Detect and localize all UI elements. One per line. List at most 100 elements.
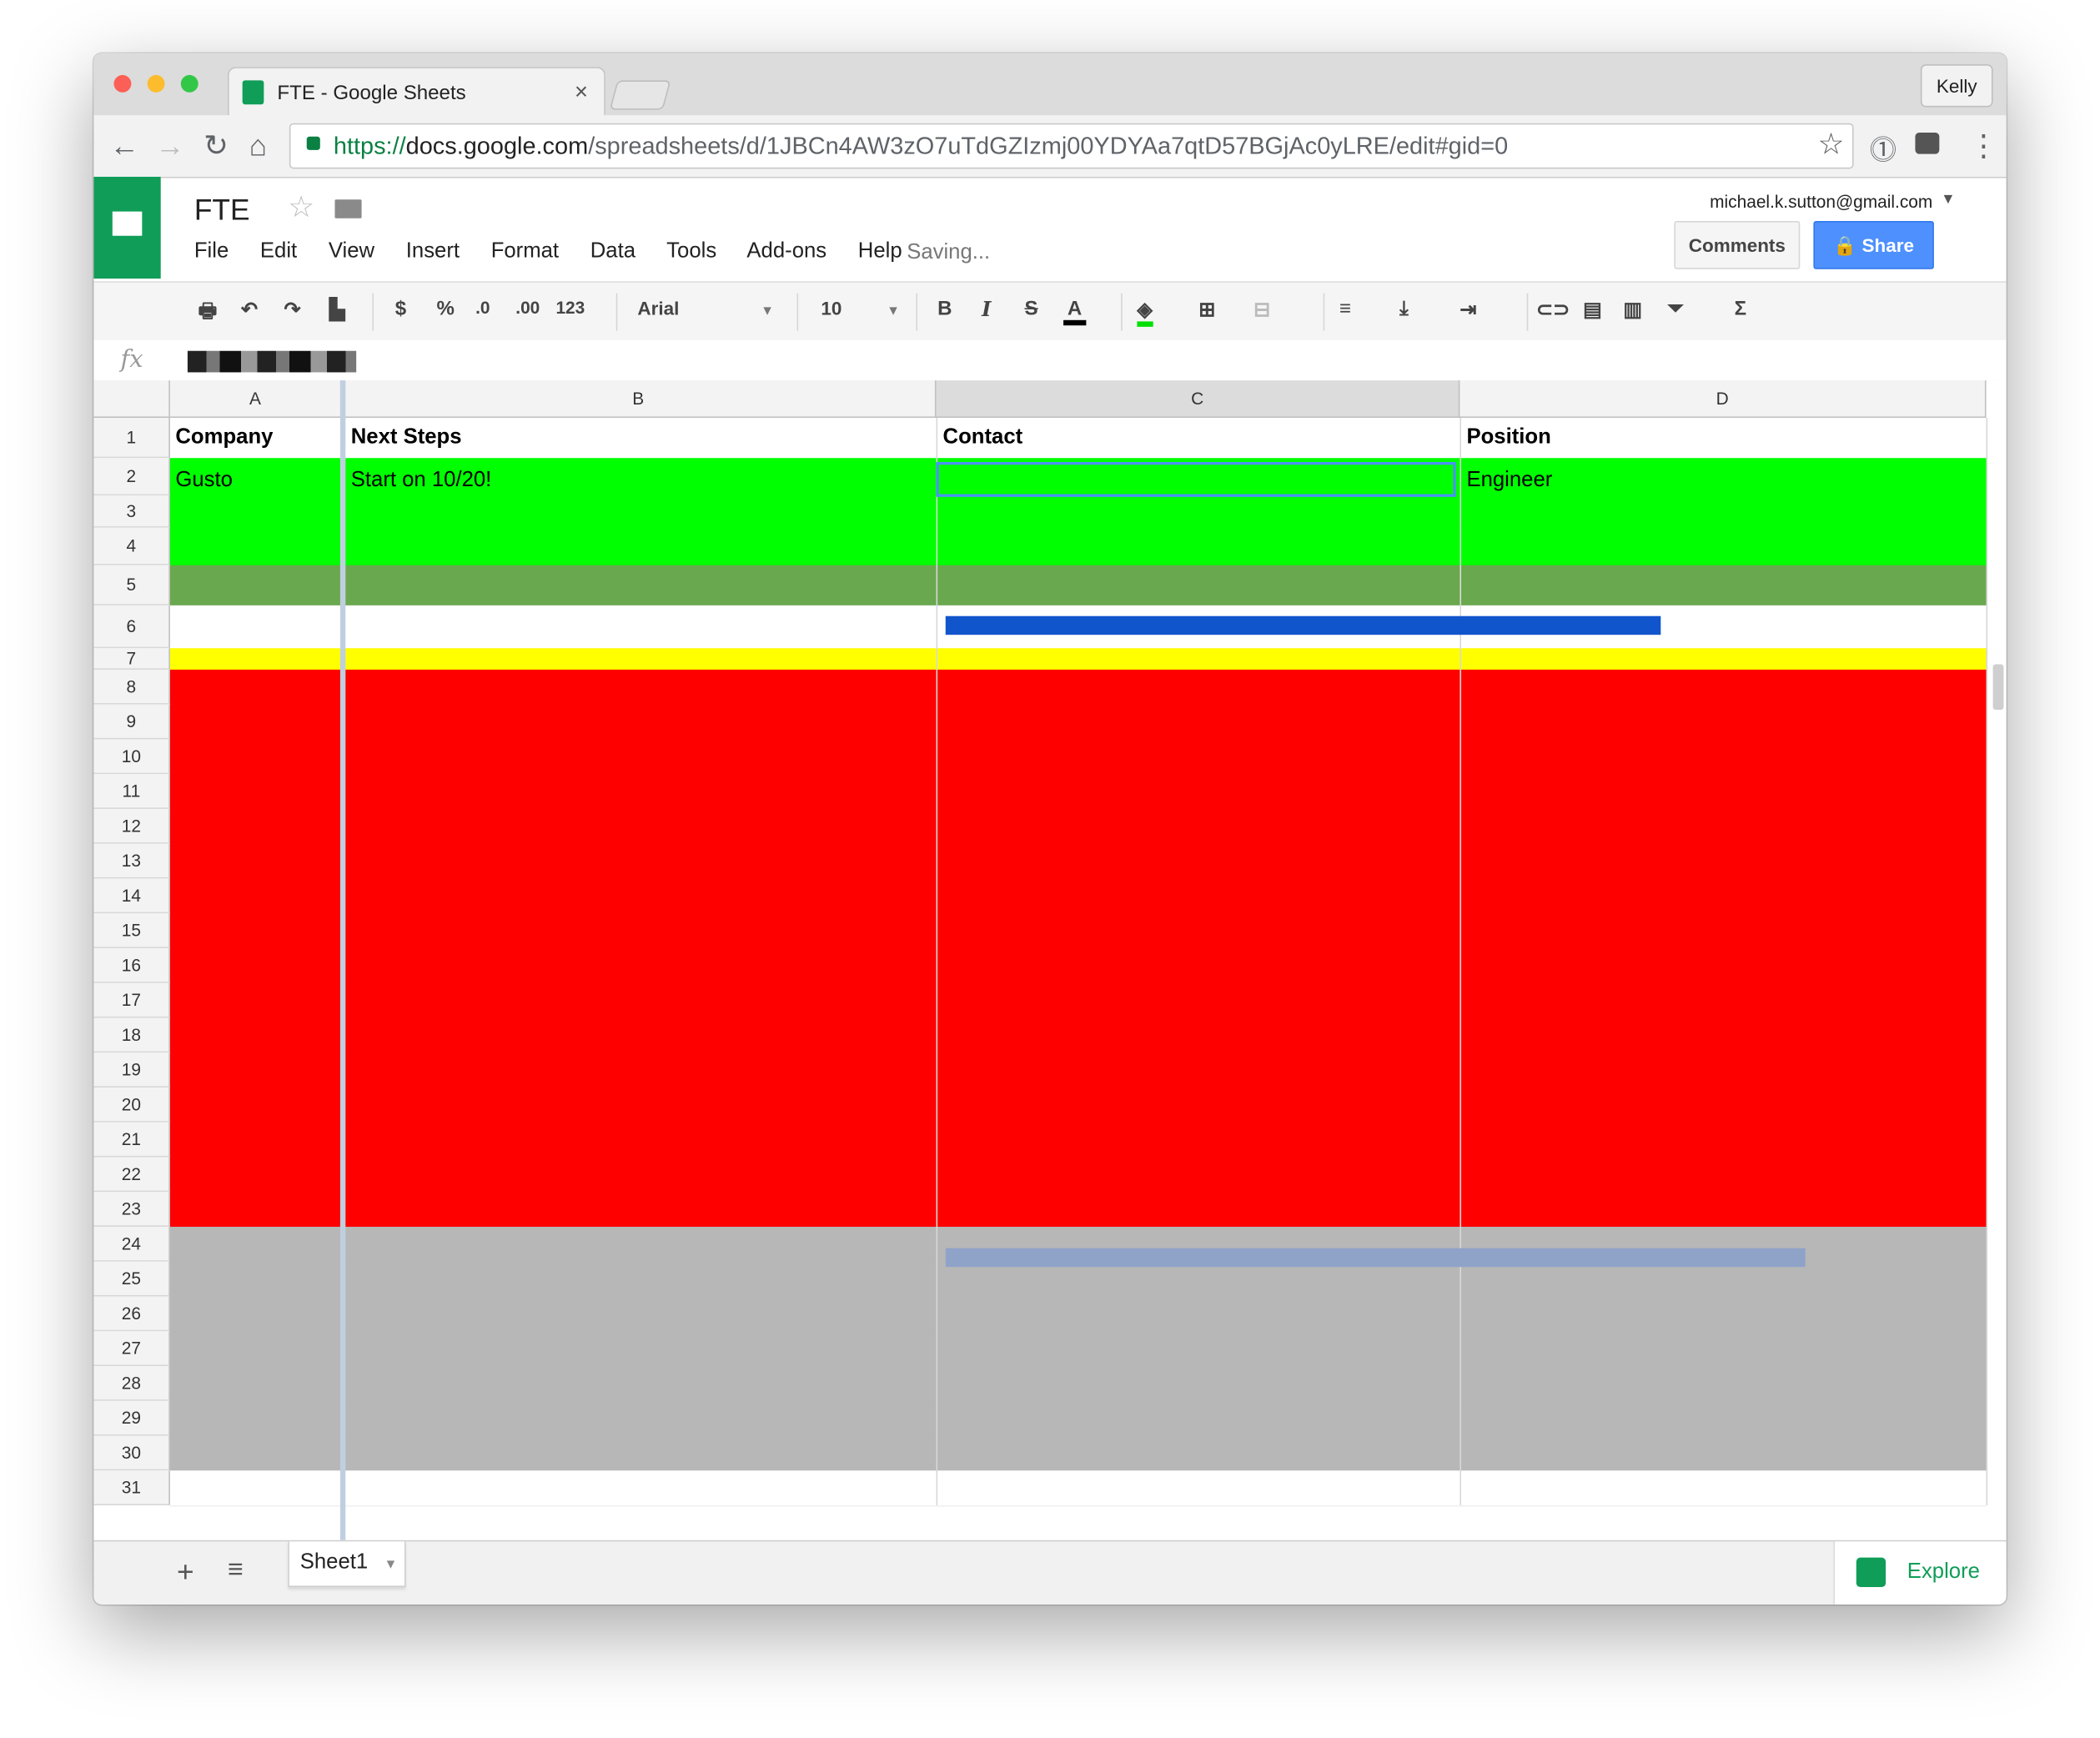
sheet-row[interactable]: [169, 878, 1987, 915]
row-header[interactable]: 7: [93, 648, 170, 670]
sheet-tab-caret-icon[interactable]: ▼: [384, 1558, 397, 1573]
font-size-caret-icon[interactable]: ▼: [887, 304, 900, 319]
sheet-row[interactable]: [169, 1366, 1987, 1403]
menu-help[interactable]: Help: [858, 239, 902, 262]
row-header[interactable]: 18: [93, 1017, 170, 1053]
sheet-row[interactable]: [169, 1400, 1987, 1438]
insert-chart-icon[interactable]: ▥: [1623, 298, 1642, 321]
browser-menu-icon[interactable]: ⋮: [1969, 128, 1998, 163]
font-family-dropdown[interactable]: Arial: [637, 298, 679, 319]
increase-decimal-button[interactable]: .00: [515, 298, 540, 318]
row-header[interactable]: 20: [93, 1087, 170, 1123]
menu-insert[interactable]: Insert: [406, 239, 460, 262]
row-header[interactable]: 17: [93, 982, 170, 1018]
add-sheet-button[interactable]: +: [177, 1555, 194, 1590]
sheet-row[interactable]: [169, 808, 1987, 846]
move-to-folder-icon[interactable]: [334, 199, 362, 219]
sheet-row[interactable]: [169, 648, 1987, 671]
borders-icon[interactable]: ⊞: [1198, 298, 1215, 321]
row-header[interactable]: 13: [93, 843, 170, 879]
address-bar[interactable]: https://docs.google.com/spreadsheets/d/1…: [289, 123, 1854, 169]
row-header[interactable]: 31: [93, 1470, 170, 1506]
back-arrow-icon[interactable]: ←: [110, 128, 139, 163]
row-header[interactable]: 10: [93, 739, 170, 775]
sheet-row[interactable]: [169, 1017, 1987, 1054]
row-header[interactable]: 11: [93, 774, 170, 809]
pocket-extension-icon[interactable]: [1915, 132, 1940, 154]
maximize-window-button[interactable]: [180, 74, 198, 93]
row-header[interactable]: 27: [93, 1331, 170, 1367]
row-header[interactable]: 24: [93, 1227, 170, 1262]
sheet-row[interactable]: [169, 739, 1987, 776]
sheet-row[interactable]: [169, 1087, 1987, 1124]
strikethrough-button[interactable]: S: [1025, 298, 1038, 320]
forward-arrow-icon[interactable]: →: [155, 128, 184, 163]
sheet-row[interactable]: [169, 1470, 1987, 1507]
sheet-row[interactable]: [169, 947, 1987, 985]
filter-icon[interactable]: ⏷: [1667, 298, 1683, 320]
sheet-row[interactable]: [169, 1261, 1987, 1298]
row-header[interactable]: 14: [93, 878, 170, 914]
sheet-row[interactable]: [169, 1331, 1987, 1368]
row-header[interactable]: 25: [93, 1261, 170, 1297]
insert-comment-icon[interactable]: ▤: [1583, 298, 1602, 321]
redo-icon[interactable]: ↷: [284, 298, 300, 321]
menu-edit[interactable]: Edit: [260, 239, 297, 262]
column-header-b[interactable]: B: [341, 380, 937, 419]
functions-button[interactable]: Σ: [1735, 298, 1746, 320]
sheet-row[interactable]: [169, 704, 1987, 741]
row-header[interactable]: 26: [93, 1296, 170, 1332]
all-sheets-button[interactable]: ≡: [228, 1555, 244, 1585]
explore-button[interactable]: Explore: [1833, 1541, 2007, 1605]
menu-file[interactable]: File: [194, 239, 229, 262]
minimize-window-button[interactable]: [147, 74, 165, 93]
profile-button[interactable]: Kelly: [1920, 64, 1993, 108]
sheet-row[interactable]: [169, 527, 1987, 567]
row-header[interactable]: 4: [93, 527, 170, 565]
row-header[interactable]: 19: [93, 1052, 170, 1088]
bold-button[interactable]: B: [937, 298, 952, 320]
sheet-row[interactable]: [169, 1052, 1987, 1089]
sheet-row[interactable]: [169, 1157, 1987, 1193]
extension-1password-icon[interactable]: ⓵: [1870, 128, 1897, 168]
sheet-row[interactable]: [169, 1296, 1987, 1333]
insert-link-icon[interactable]: ⊂⊃: [1536, 298, 1570, 321]
star-document-icon[interactable]: ☆: [288, 190, 314, 225]
row-header[interactable]: 5: [93, 565, 170, 605]
row-header[interactable]: 12: [93, 808, 170, 844]
decrease-decimal-button[interactable]: .0: [475, 298, 490, 318]
row-header[interactable]: 16: [93, 947, 170, 983]
cell-d1[interactable]: Position: [1466, 426, 1550, 450]
bookmark-star-icon[interactable]: ☆: [1818, 128, 1845, 163]
row-header[interactable]: 1: [93, 418, 170, 459]
print-icon[interactable]: 🖶: [198, 298, 218, 331]
cell-b1[interactable]: Next Steps: [351, 426, 462, 450]
sheet-row[interactable]: [169, 913, 1987, 950]
sheet-row[interactable]: [169, 982, 1987, 1020]
row-header[interactable]: 2: [93, 458, 170, 496]
spreadsheet-grid[interactable]: A B C D 1 2 3 4 5 6 7 8 9 10 11 12 13 14 15 16 17 18 19 20 2…: [93, 380, 2007, 1540]
vertical-align-icon[interactable]: ⤓: [1399, 298, 1409, 320]
italic-button[interactable]: I: [982, 298, 991, 322]
sheet-row[interactable]: [169, 843, 1987, 881]
currency-format-button[interactable]: $: [395, 298, 406, 320]
row-header[interactable]: 29: [93, 1400, 170, 1436]
document-title[interactable]: FTE: [194, 193, 250, 228]
account-caret-icon[interactable]: ▼: [1941, 192, 1955, 208]
row-header[interactable]: 15: [93, 913, 170, 948]
row-header[interactable]: 6: [93, 605, 170, 649]
percent-format-button[interactable]: %: [437, 298, 455, 320]
paint-format-icon[interactable]: ▙: [329, 298, 345, 321]
cell-a2[interactable]: Gusto: [175, 469, 233, 493]
share-button[interactable]: 🔒 Share: [1813, 220, 1934, 269]
row-header[interactable]: 28: [93, 1366, 170, 1401]
text-wrapping-icon[interactable]: ⇥: [1459, 298, 1476, 321]
row-header[interactable]: 9: [93, 704, 170, 740]
home-icon[interactable]: ⌂: [249, 128, 267, 163]
row-header[interactable]: 3: [93, 495, 170, 528]
reload-icon[interactable]: ↻: [203, 128, 229, 163]
frozen-column-divider[interactable]: [339, 380, 346, 1540]
column-header-a[interactable]: A: [169, 380, 342, 419]
merge-cells-icon[interactable]: ⊟: [1253, 298, 1270, 321]
sheet-row[interactable]: [169, 669, 1987, 706]
